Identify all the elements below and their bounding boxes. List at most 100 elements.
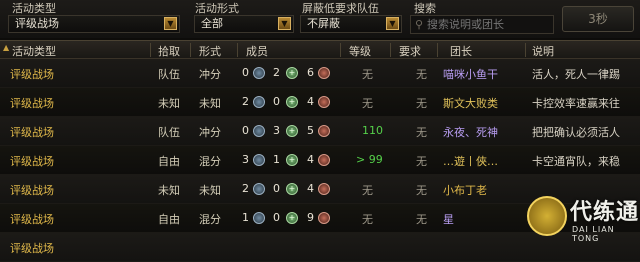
form-cell: 混分 xyxy=(199,213,221,226)
logo-icon xyxy=(527,196,567,236)
leader-cell: 小布丁老 xyxy=(443,184,487,197)
filter-bar: 活动类型 评级战场 ▼ 活动形式 全部 ▼ 屏蔽低要求队伍 不屏蔽 ▼ 搜索 ⚲… xyxy=(0,0,640,38)
chevron-down-icon[interactable]: ▼ xyxy=(164,17,177,30)
pick-cell: 队伍 xyxy=(158,126,180,139)
col-divider xyxy=(150,43,151,57)
col-level[interactable]: 等级 xyxy=(349,43,371,59)
search-input[interactable] xyxy=(427,16,551,33)
shield-icon xyxy=(253,212,265,224)
sword-icon xyxy=(318,67,330,79)
shield-icon xyxy=(253,125,265,137)
healer-count: 0 xyxy=(273,211,280,224)
healer-count: 1 xyxy=(273,153,280,166)
plus-icon: + xyxy=(286,67,298,79)
requirement-cell: 无 xyxy=(416,97,427,110)
refresh-label: 3秒 xyxy=(588,12,608,26)
form-cell: 未知 xyxy=(199,184,221,197)
col-leader[interactable]: 团长 xyxy=(450,43,472,59)
form-cell: 未知 xyxy=(199,97,221,110)
chevron-down-icon[interactable]: ▼ xyxy=(278,17,291,30)
chevron-down-icon[interactable]: ▼ xyxy=(386,17,399,30)
shield-icon xyxy=(253,96,265,108)
healer-count: 0 xyxy=(273,95,280,108)
shield-icon xyxy=(253,183,265,195)
plus-icon: + xyxy=(286,183,298,195)
healer-count: 2 xyxy=(273,66,280,79)
pick-cell: 自由 xyxy=(158,213,180,226)
dps-count: 5 xyxy=(307,124,314,137)
level-cell: 无 xyxy=(362,213,373,226)
col-pick[interactable]: 拾取 xyxy=(158,43,180,59)
dps-count: 6 xyxy=(307,66,314,79)
shield-label: 屏蔽低要求队伍 xyxy=(302,2,379,15)
sort-arrow-icon[interactable]: ▲ xyxy=(3,43,9,52)
col-divider xyxy=(525,43,526,57)
description-cell: 卡控效率速赢来往 xyxy=(532,97,620,110)
plus-icon: + xyxy=(286,212,298,224)
requirement-cell: 无 xyxy=(416,126,427,139)
dps-count: 9 xyxy=(307,211,314,224)
activity-type-cell: 评级战场 xyxy=(10,242,54,255)
watermark-sub: DAI LIAN TONG xyxy=(572,225,615,243)
col-divider xyxy=(237,43,238,57)
tank-count: 0 xyxy=(242,66,249,79)
level-cell: 无 xyxy=(362,97,373,110)
level-cell: 无 xyxy=(362,184,373,197)
leader-cell: 喵咪小鱼干 xyxy=(443,68,498,81)
search-label: 搜索 xyxy=(414,2,436,15)
table-row[interactable]: 评级战场 队伍 冲分 0 2 +6 无 无 喵咪小鱼干 活人，死人一律踢 xyxy=(0,59,640,88)
col-req[interactable]: 要求 xyxy=(399,43,421,59)
activity-type-value: 评级战场 xyxy=(15,17,59,30)
shield-icon xyxy=(253,154,265,166)
plus-icon: + xyxy=(286,154,298,166)
activity-type-dropdown[interactable]: 评级战场 ▼ xyxy=(8,15,180,33)
leader-cell: 星 xyxy=(443,213,454,226)
refresh-button[interactable]: 3秒 xyxy=(562,6,634,32)
activity-form-dropdown[interactable]: 全部 ▼ xyxy=(194,15,294,33)
form-cell: 冲分 xyxy=(199,68,221,81)
shield-dropdown[interactable]: 不屏蔽 ▼ xyxy=(300,15,402,33)
sword-icon xyxy=(318,154,330,166)
tank-count: 1 xyxy=(242,211,249,224)
pick-cell: 队伍 xyxy=(158,68,180,81)
table-row[interactable]: 评级战场 未知 未知 2 0 +4 无 无 斯文大败类 卡控效率速赢来往 xyxy=(0,88,640,117)
table-row[interactable]: 评级战场 自由 混分 3 1 +4 > 99 无 …遊丨俠… 卡空通宵队，来稳 xyxy=(0,146,640,175)
healer-count: 0 xyxy=(273,182,280,195)
activity-form-label: 活动形式 xyxy=(195,2,239,15)
activity-type-cell: 评级战场 xyxy=(10,155,54,168)
activity-form-value: 全部 xyxy=(201,17,223,30)
tank-count: 2 xyxy=(242,95,249,108)
pick-cell: 未知 xyxy=(158,97,180,110)
requirement-cell: 无 xyxy=(416,68,427,81)
col-desc[interactable]: 说明 xyxy=(532,43,554,59)
watermark-logo: 代练通 DAI LIAN TONG xyxy=(527,194,640,243)
col-form[interactable]: 形式 xyxy=(199,43,221,59)
level-cell: > 99 xyxy=(356,153,383,166)
plus-icon: + xyxy=(286,125,298,137)
sword-icon xyxy=(318,183,330,195)
description-cell: 活人，死人一律踢 xyxy=(532,68,620,81)
col-divider xyxy=(437,43,438,57)
col-members[interactable]: 成员 xyxy=(246,43,268,59)
col-type[interactable]: 活动类型 xyxy=(12,43,56,59)
healer-count: 3 xyxy=(273,124,280,137)
sword-icon xyxy=(318,125,330,137)
requirement-cell: 无 xyxy=(416,184,427,197)
leader-cell: 永夜、死神 xyxy=(443,126,498,139)
search-box[interactable]: ⚲ xyxy=(410,15,554,34)
activity-type-cell: 评级战场 xyxy=(10,68,54,81)
shield-value: 不屏蔽 xyxy=(307,17,340,30)
table-row[interactable]: 评级战场 队伍 冲分 0 3 +5 110 无 永夜、死神 把把确认必须活人 xyxy=(0,117,640,146)
form-cell: 冲分 xyxy=(199,126,221,139)
dps-count: 4 xyxy=(307,182,314,195)
activity-type-cell: 评级战场 xyxy=(10,97,54,110)
sword-icon xyxy=(318,212,330,224)
activity-type-cell: 评级战场 xyxy=(10,184,54,197)
shield-icon xyxy=(253,67,265,79)
tank-count: 3 xyxy=(242,153,249,166)
dps-count: 4 xyxy=(307,153,314,166)
activity-type-label: 活动类型 xyxy=(12,2,56,15)
description-cell: 把把确认必须活人 xyxy=(532,126,620,139)
activity-type-cell: 评级战场 xyxy=(10,213,54,226)
sword-icon xyxy=(318,96,330,108)
